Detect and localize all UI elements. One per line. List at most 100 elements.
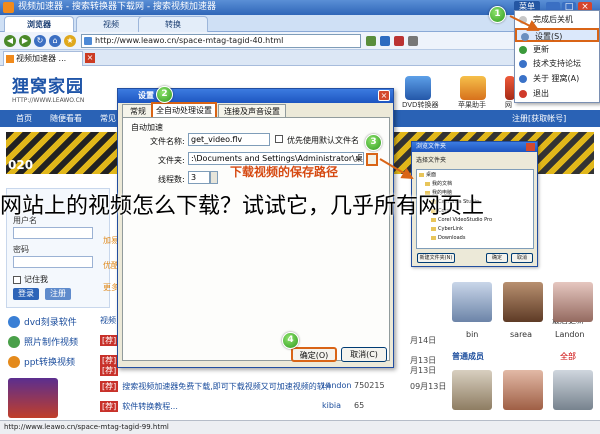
avatar-name[interactable]: sarea [510, 330, 532, 339]
callout-badge-2: 2 [156, 86, 173, 103]
filename-label: 文件名称: [150, 137, 185, 146]
tool-icon[interactable] [380, 36, 390, 46]
tab-connection-sound[interactable]: 连接及声音设置 [218, 104, 286, 117]
default-name-checkbox[interactable] [275, 135, 283, 143]
header-item-label: 网 [505, 101, 512, 109]
avatar[interactable] [553, 282, 593, 322]
game-thumbnail[interactable] [8, 378, 58, 418]
dvd-icon [8, 316, 20, 328]
favorite-star-icon[interactable]: ★ [64, 35, 76, 47]
tree-node[interactable]: CyberLink [431, 226, 463, 232]
group-label: 自动加速 [131, 123, 163, 132]
password-input[interactable] [13, 256, 93, 268]
forward-icon[interactable]: ▶ [19, 35, 31, 47]
news-date: 09月13日 [410, 382, 447, 391]
stop-icon[interactable] [394, 36, 404, 46]
browse-prompt: 选择文件夹 [416, 157, 447, 164]
browse-ok-button[interactable]: 确定 [486, 253, 508, 263]
news-user[interactable]: Landon [322, 381, 351, 390]
address-bar[interactable]: http://www.leawo.cn/space-mtag-tagid-40.… [81, 34, 361, 48]
tab-general[interactable]: 常规 [122, 104, 154, 117]
menu-item-label: 设置(S) [535, 32, 563, 41]
avatar[interactable] [553, 370, 593, 410]
menu-item-label: 更新 [533, 45, 549, 54]
status-url: http://www.leawo.cn/space-mtag-tagid-99.… [4, 423, 169, 431]
tab-auto-processing[interactable]: 全自动处理设置 [151, 102, 217, 117]
register-button[interactable]: 注册 [45, 288, 71, 300]
refresh-icon[interactable]: ↻ [34, 35, 46, 47]
back-icon[interactable]: ◀ [4, 35, 16, 47]
news-date: 月14日 [410, 336, 437, 345]
login-button[interactable]: 登录 [13, 288, 39, 300]
avatar-name[interactable]: Landon [555, 330, 584, 339]
logo-text: 狸窝家园 [12, 77, 84, 97]
folder-icon [431, 227, 436, 231]
news-user[interactable]: kibia [322, 401, 341, 410]
tab-browser[interactable]: 浏览器 [4, 16, 74, 32]
menu-item-update[interactable]: 更新 [515, 43, 599, 57]
tab-convert[interactable]: 转换 [138, 16, 208, 32]
tree-node-label: Downloads [438, 235, 466, 241]
status-bar: http://www.leawo.cn/space-mtag-tagid-99.… [0, 420, 600, 434]
tab-video[interactable]: 视频 [76, 16, 146, 32]
avatar[interactable] [503, 282, 543, 322]
threads-input[interactable]: 3 [188, 171, 210, 184]
menu-item-about[interactable]: 关于 狸窝(A) [515, 72, 599, 86]
settings-close-icon[interactable]: × [378, 90, 390, 101]
avatar[interactable] [452, 282, 492, 322]
news-count: 65 [354, 401, 365, 410]
browse-cancel-button[interactable]: 取消 [511, 253, 533, 263]
settings-dialog-title: 设置 [138, 91, 154, 100]
folder-browse-button[interactable] [366, 153, 378, 166]
menu-item-label: 关于 狸窝(A) [533, 74, 580, 83]
page-tab-close-icon[interactable]: × [85, 53, 95, 63]
nav-browse[interactable]: 随便看看 [50, 110, 82, 127]
site-logo[interactable]: 狸窝家园 HTTP://WWW.LEAWO.CN [12, 72, 117, 106]
news-title: 软件转换教程... [122, 402, 178, 411]
nav-register[interactable]: 注册[获取帐号] [512, 110, 566, 127]
news-row[interactable]: [荐] 搜索视频加速器免费下载,即可下载视频又可加速视频的软件 [100, 381, 330, 392]
tree-node-label: 桌面 [426, 172, 437, 178]
nav-common[interactable]: 常见 [100, 110, 116, 127]
side-link-ppt[interactable]: ppt转换视频 [24, 355, 75, 368]
menu-item-support[interactable]: 技术支持论坛 [515, 57, 599, 71]
menu-item-settings[interactable]: 设置(S) [515, 28, 599, 42]
main-menu: 完成后关机 设置(S) 更新 技术支持论坛 关于 狸窝(A) 退出 [514, 10, 600, 103]
members-all-link[interactable]: 全部 [560, 351, 576, 362]
home-icon[interactable]: ⌂ [49, 35, 61, 47]
side-link-dvd[interactable]: dvd刻录软件 [24, 315, 77, 328]
avatar[interactable] [452, 370, 492, 410]
avatar-name[interactable]: bin [466, 330, 478, 339]
video-caption: 网站上的视频怎么下载？试试它，几乎所有网页上 [0, 194, 485, 219]
tree-node[interactable]: Downloads [431, 235, 465, 241]
cancel-button[interactable]: 取消(C) [341, 347, 387, 362]
default-name-label: 优先使用默认文件名 [287, 136, 359, 145]
dvd-converter-icon[interactable] [405, 76, 431, 100]
go-icon[interactable] [366, 36, 376, 46]
folder-label: 文件夹: [158, 156, 185, 165]
callout-badge-4: 4 [282, 332, 299, 349]
threads-spinner[interactable] [210, 171, 218, 184]
news-tag: [荐] [100, 381, 119, 392]
ok-button[interactable]: 确定(O) [291, 347, 337, 362]
page-tab[interactable]: 视频加速器 ... [3, 51, 83, 66]
menu-item-shutdown[interactable]: 完成后关机 [515, 13, 599, 27]
nav-home[interactable]: 首页 [16, 110, 32, 127]
filename-input[interactable]: get_video.flv [188, 133, 270, 146]
username-input[interactable] [13, 227, 93, 239]
browse-dialog-title: 浏览文件夹 [412, 142, 537, 152]
tool-icon[interactable] [408, 36, 418, 46]
menu-item-exit[interactable]: 退出 [515, 87, 599, 101]
news-row[interactable]: [荐] 软件转换教程... [100, 401, 330, 412]
side-link-photo[interactable]: 照片制作视频 [24, 335, 78, 348]
top-tab-row: 浏览器 视频 转换 [0, 15, 600, 32]
news-tag: [荐] [100, 365, 119, 376]
tree-node[interactable]: 我的文档 [425, 181, 452, 187]
tree-node[interactable]: 桌面 [419, 172, 436, 178]
browse-close-icon[interactable] [526, 143, 535, 151]
folder-icon [419, 173, 424, 177]
remember-checkbox[interactable] [13, 276, 21, 284]
apple-helper-icon[interactable] [460, 76, 486, 100]
new-folder-button[interactable]: 新建文件夹(N) [417, 253, 455, 263]
avatar[interactable] [503, 370, 543, 410]
